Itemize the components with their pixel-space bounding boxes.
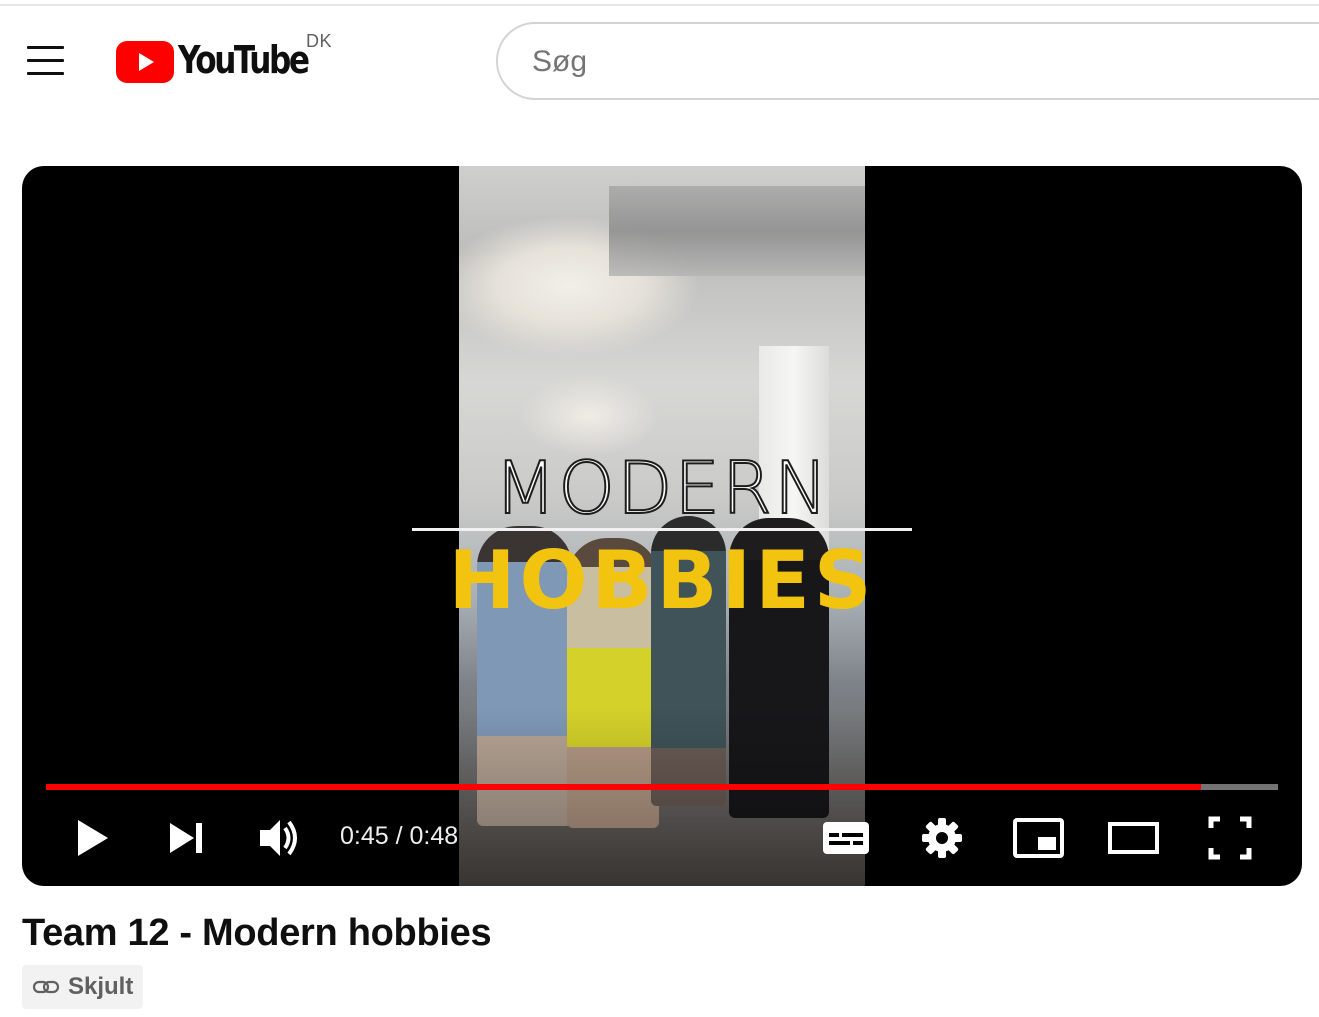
next-button[interactable] [162, 806, 210, 870]
fullscreen-button[interactable] [1206, 806, 1254, 870]
search-box[interactable] [496, 22, 1319, 100]
youtube-logo[interactable]: YouTube DK [116, 31, 346, 90]
link-icon [32, 980, 60, 994]
volume-icon [260, 820, 297, 856]
settings-icon [922, 818, 962, 858]
video-player[interactable]: MODERN HOBBIES 0:45 / 0:48 [22, 166, 1302, 886]
youtube-play-logo-icon [116, 41, 174, 83]
video-title-overlay: MODERN HOBBIES [412, 446, 912, 631]
subtitles-icon [823, 822, 869, 854]
overlay-line-1: MODERN [493, 446, 830, 530]
play-icon [78, 820, 108, 856]
visibility-badge: Skjult [22, 965, 144, 1009]
country-code: DK [306, 31, 333, 51]
mute-button[interactable] [256, 806, 304, 870]
miniplayer-icon [1013, 818, 1064, 858]
search-input[interactable] [530, 38, 1294, 86]
logo-wordmark: YouTube [178, 38, 310, 82]
menu-icon[interactable] [26, 44, 66, 78]
top-border [0, 4, 1319, 6]
miniplayer-button[interactable] [1012, 806, 1066, 870]
settings-button[interactable] [916, 806, 968, 870]
next-icon [170, 823, 202, 853]
progress-bar[interactable] [46, 784, 1278, 790]
overlay-line-2: HOBBIES [448, 534, 876, 627]
play-button[interactable] [68, 806, 116, 870]
video-title: Team 12 - Modern hobbies [22, 912, 492, 954]
fullscreen-icon [1208, 816, 1252, 860]
visibility-label: Skjult [68, 973, 134, 1000]
progress-played [46, 784, 1201, 790]
subtitles-button[interactable] [820, 806, 872, 870]
theater-mode-icon [1108, 822, 1159, 854]
theater-mode-button[interactable] [1107, 806, 1161, 870]
time-display: 0:45 / 0:48 [340, 822, 459, 850]
